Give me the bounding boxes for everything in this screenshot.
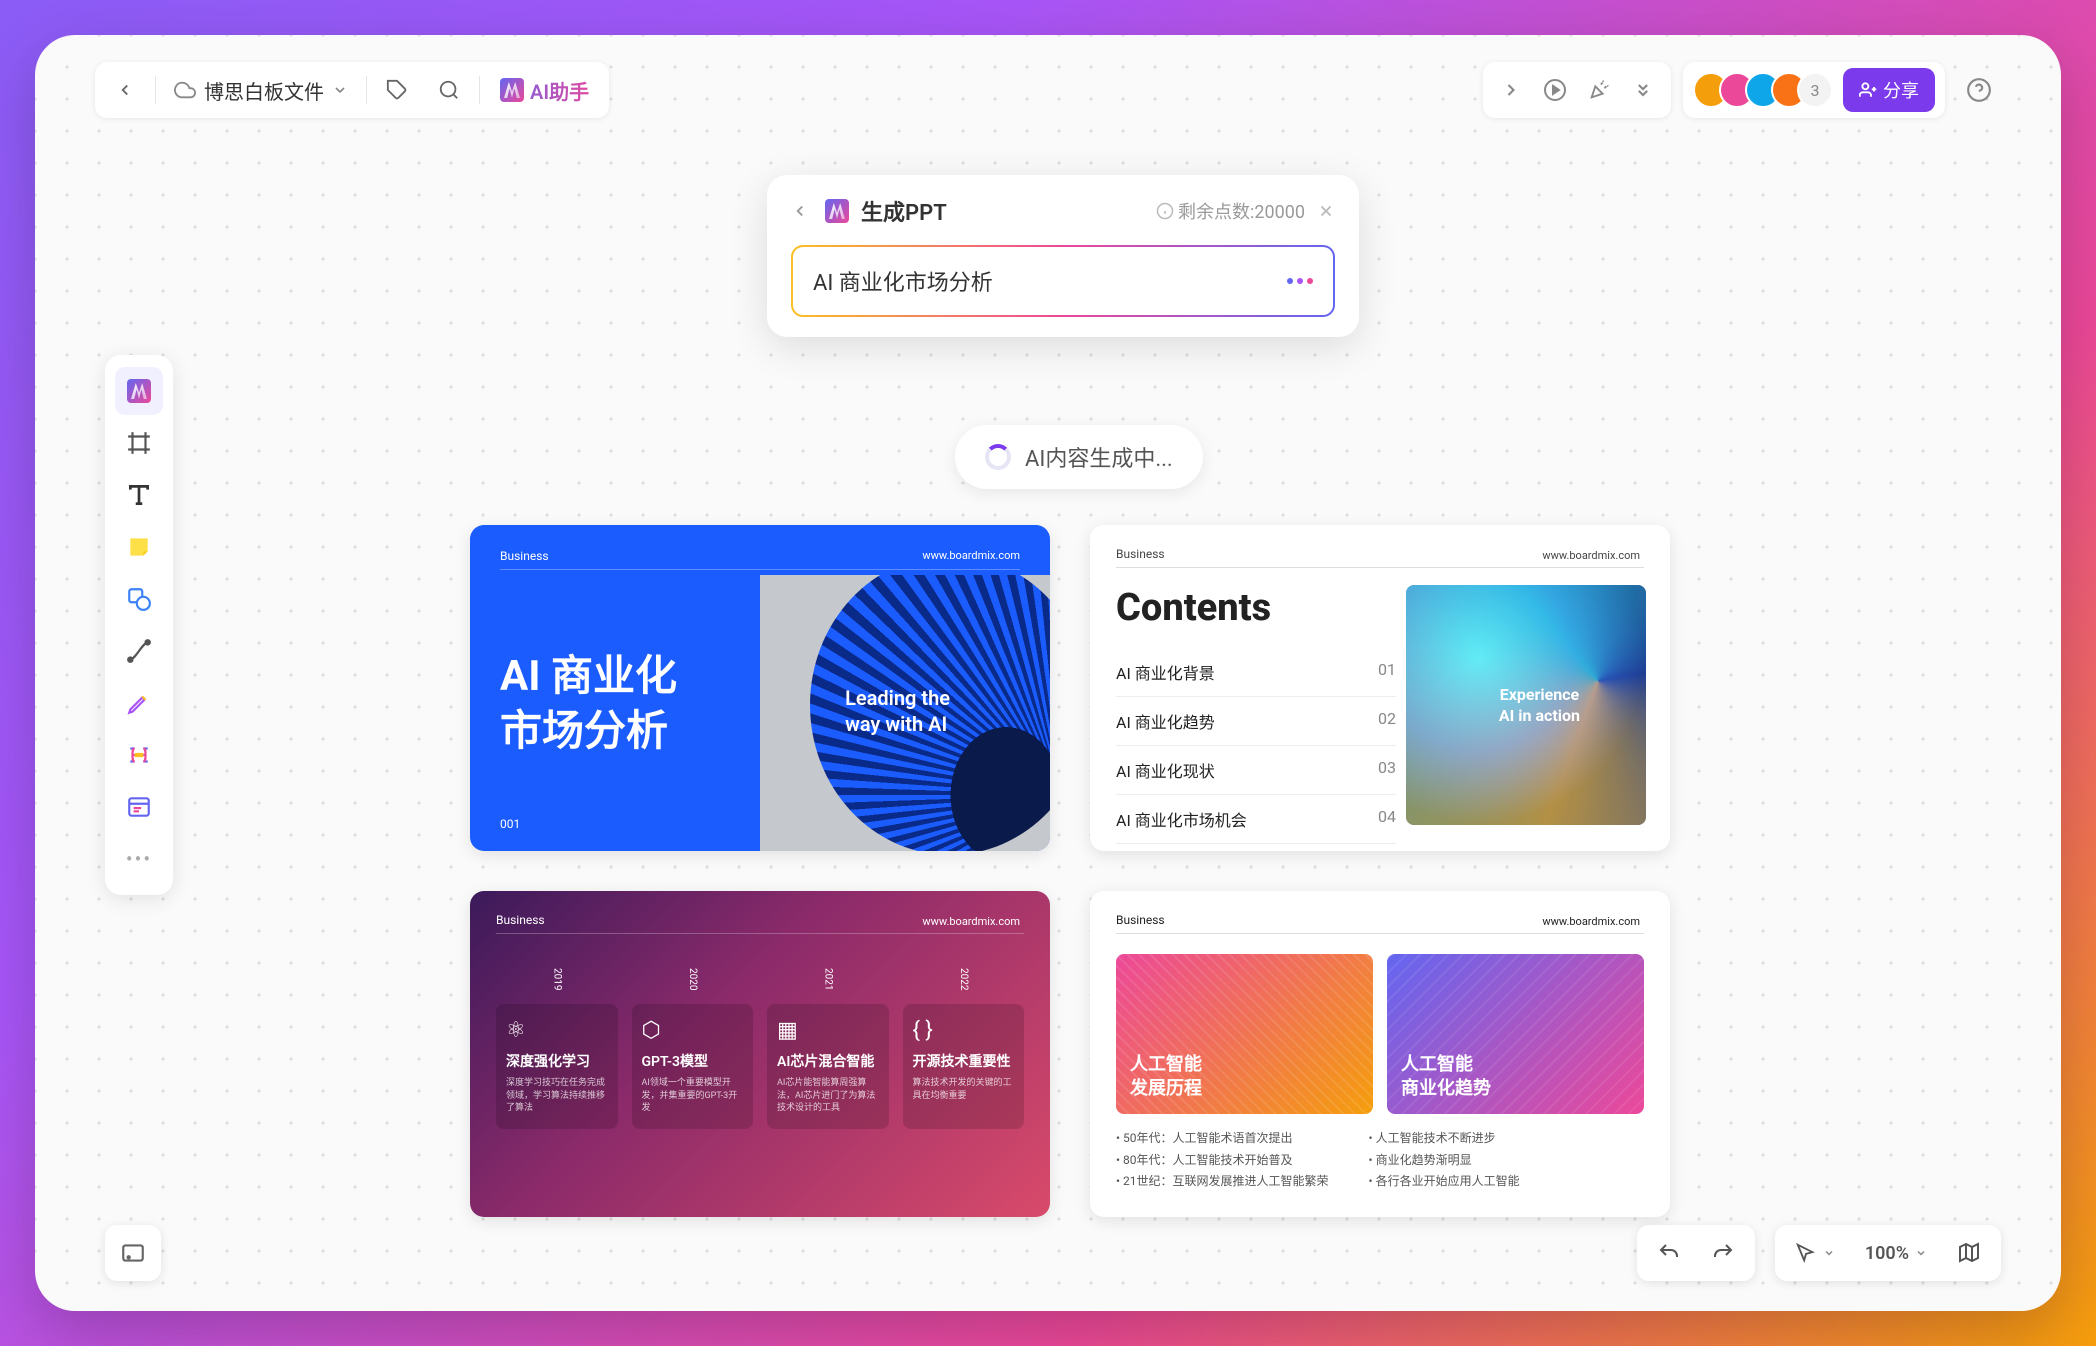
slide-art-caption: Experience AI in action bbox=[1499, 685, 1580, 727]
cursor-mode-button[interactable] bbox=[1785, 1234, 1845, 1272]
undo-redo-group bbox=[1637, 1225, 1755, 1281]
topbar-actions-group bbox=[1483, 62, 1671, 118]
divider bbox=[479, 76, 480, 104]
slide-2[interactable]: Business www.boardmix.com Contents AI 商业… bbox=[1090, 525, 1670, 851]
tool-sticky-note[interactable] bbox=[115, 523, 163, 571]
atom-icon: ⚛ bbox=[506, 1018, 608, 1043]
info-icon bbox=[1156, 202, 1174, 220]
minimap-button[interactable] bbox=[105, 1225, 161, 1281]
slide-url: www.boardmix.com bbox=[1542, 915, 1640, 928]
divider bbox=[1116, 933, 1644, 934]
tag-button[interactable] bbox=[375, 68, 419, 112]
ai-ppt-panel: 生成PPT 剩余点数:20000 AI 商业化市场分析 bbox=[767, 175, 1359, 337]
ai-assist-button[interactable]: AI助手 bbox=[488, 76, 601, 105]
ai-logo-icon bbox=[825, 199, 849, 223]
divider bbox=[500, 569, 1020, 570]
panel-back-button[interactable] bbox=[791, 202, 809, 220]
slides-grid: Business www.boardmix.com Leading the wa… bbox=[470, 525, 1670, 1217]
tool-mindmap[interactable] bbox=[115, 731, 163, 779]
chip-icon: ▦ bbox=[777, 1018, 879, 1043]
chevron-down-icon bbox=[332, 82, 348, 98]
generating-status: AI内容生成中... bbox=[955, 425, 1203, 489]
slide-subtitle: Leading the way with AI bbox=[845, 685, 950, 737]
timeline-columns: 2019 ⚛ 深度强化学习 深度学习技巧在任务完成领域，学习算法持续推移了算法 … bbox=[496, 1004, 1024, 1129]
close-button[interactable] bbox=[1317, 202, 1335, 220]
redo-button[interactable] bbox=[1701, 1233, 1745, 1273]
left-toolbar: ••• bbox=[105, 355, 173, 895]
cube-icon: ⬡ bbox=[642, 1018, 744, 1043]
map-view-button[interactable] bbox=[1947, 1233, 1991, 1273]
ai-panel-header: 生成PPT 剩余点数:20000 bbox=[791, 195, 1335, 227]
bottom-right-controls: 100% bbox=[1637, 1225, 2001, 1281]
timeline-col: 2021 ▦ AI芯片混合智能 AI芯片能智能算周强算法，AI芯片进门了为算法技… bbox=[767, 1004, 889, 1129]
bullet-list-right: 人工智能技术不断进步 商业化趋势渐明显 各行各业开始应用人工智能 bbox=[1369, 1128, 1520, 1193]
list-item: AI 商业化现状03 bbox=[1116, 746, 1396, 795]
slide-url: www.boardmix.com bbox=[922, 549, 1020, 562]
tool-text[interactable] bbox=[115, 471, 163, 519]
file-name-text: 博思白板文件 bbox=[204, 76, 324, 105]
tool-ai[interactable] bbox=[115, 367, 163, 415]
divider bbox=[366, 76, 367, 104]
tool-template[interactable] bbox=[115, 783, 163, 831]
celebrate-button[interactable] bbox=[1577, 68, 1621, 112]
tool-shape[interactable] bbox=[115, 575, 163, 623]
more-chevrons-button[interactable] bbox=[1621, 68, 1665, 112]
timeline-col: 2020 ⬡ GPT-3模型 AI领域一个重要模型开发，并集重要的GPT-3开发 bbox=[632, 1004, 754, 1129]
code-icon: { } bbox=[913, 1018, 1015, 1043]
tool-more[interactable]: ••• bbox=[115, 835, 163, 883]
topbar: 博思白板文件 AI助手 bbox=[95, 60, 2001, 120]
generating-label: AI内容生成中... bbox=[1025, 441, 1173, 473]
back-button[interactable] bbox=[103, 68, 147, 112]
help-button[interactable] bbox=[1957, 68, 2001, 112]
ai-prompt-input[interactable]: AI 商业化市场分析 bbox=[791, 245, 1335, 317]
ai-logo-icon bbox=[500, 78, 524, 102]
topbar-right: 3 分享 bbox=[1483, 62, 2001, 118]
user-plus-icon bbox=[1859, 81, 1877, 99]
file-name-dropdown[interactable]: 博思白板文件 bbox=[164, 76, 358, 105]
list-item: AI 商业化背景01 bbox=[1116, 648, 1396, 697]
play-button[interactable] bbox=[1533, 68, 1577, 112]
ai-assist-label: AI助手 bbox=[530, 76, 589, 105]
ai-panel-title-text: 生成PPT bbox=[861, 195, 947, 227]
contents-list: AI 商业化背景01 AI 商业化趋势02 AI 商业化现状03 AI 商业化市… bbox=[1116, 648, 1396, 844]
info-block: 人工智能 发展历程 bbox=[1116, 954, 1373, 1114]
share-label: 分享 bbox=[1883, 77, 1919, 103]
bullet-lists: 50年代：人工智能术语首次提出 80年代：人工智能技术开始普及 21世纪：互联网… bbox=[1116, 1128, 1644, 1193]
app-window: 博思白板文件 AI助手 bbox=[35, 35, 2061, 1311]
timeline-col: 2019 ⚛ 深度强化学习 深度学习技巧在任务完成领域，学习算法持续推移了算法 bbox=[496, 1004, 618, 1129]
tool-frame[interactable] bbox=[115, 419, 163, 467]
view-controls-group: 100% bbox=[1775, 1225, 2001, 1281]
expand-button[interactable] bbox=[1489, 68, 1533, 112]
tool-connector[interactable] bbox=[115, 627, 163, 675]
list-item: AI 商业化市场机会04 bbox=[1116, 795, 1396, 844]
slide-3[interactable]: Business www.boardmix.com 2019 ⚛ 深度强化学习 … bbox=[470, 891, 1050, 1217]
tool-pen[interactable] bbox=[115, 679, 163, 727]
zoom-level[interactable]: 100% bbox=[1855, 1235, 1937, 1272]
cloud-icon bbox=[174, 79, 196, 101]
spinner-icon bbox=[985, 444, 1011, 470]
slide-url: www.boardmix.com bbox=[1542, 549, 1640, 562]
slide-blocks: 人工智能 发展历程 人工智能 商业化趋势 bbox=[1116, 954, 1644, 1114]
divider bbox=[496, 933, 1024, 934]
bullet-list-left: 50年代：人工智能术语首次提出 80年代：人工智能技术开始普及 21世纪：互联网… bbox=[1116, 1128, 1329, 1193]
info-block: 人工智能 商业化趋势 bbox=[1387, 954, 1644, 1114]
slide-number: 001 bbox=[500, 817, 520, 831]
list-item: AI 商业化趋势02 bbox=[1116, 697, 1396, 746]
undo-button[interactable] bbox=[1647, 1233, 1691, 1273]
collaborator-avatars[interactable]: 3 分享 bbox=[1683, 62, 1945, 118]
points-remaining: 剩余点数:20000 bbox=[1156, 198, 1305, 224]
avatar-extra-count: 3 bbox=[1797, 72, 1833, 108]
timeline-col: 2022 { } 开源技术重要性 算法技术开发的关键的工具在均衡重要 bbox=[903, 1004, 1025, 1129]
share-button[interactable]: 分享 bbox=[1843, 68, 1935, 112]
ai-logo-icon bbox=[127, 379, 151, 403]
slide-url: www.boardmix.com bbox=[922, 915, 1020, 928]
divider bbox=[1116, 567, 1644, 568]
ai-prompt-text: AI 商业化市场分析 bbox=[813, 265, 993, 297]
divider bbox=[155, 76, 156, 104]
slide-1[interactable]: Business www.boardmix.com Leading the wa… bbox=[470, 525, 1050, 851]
topbar-left: 博思白板文件 AI助手 bbox=[95, 62, 609, 118]
loading-dots-icon bbox=[1287, 278, 1313, 284]
slide-4[interactable]: Business www.boardmix.com 人工智能 发展历程 人工智能… bbox=[1090, 891, 1670, 1217]
search-button[interactable] bbox=[427, 68, 471, 112]
